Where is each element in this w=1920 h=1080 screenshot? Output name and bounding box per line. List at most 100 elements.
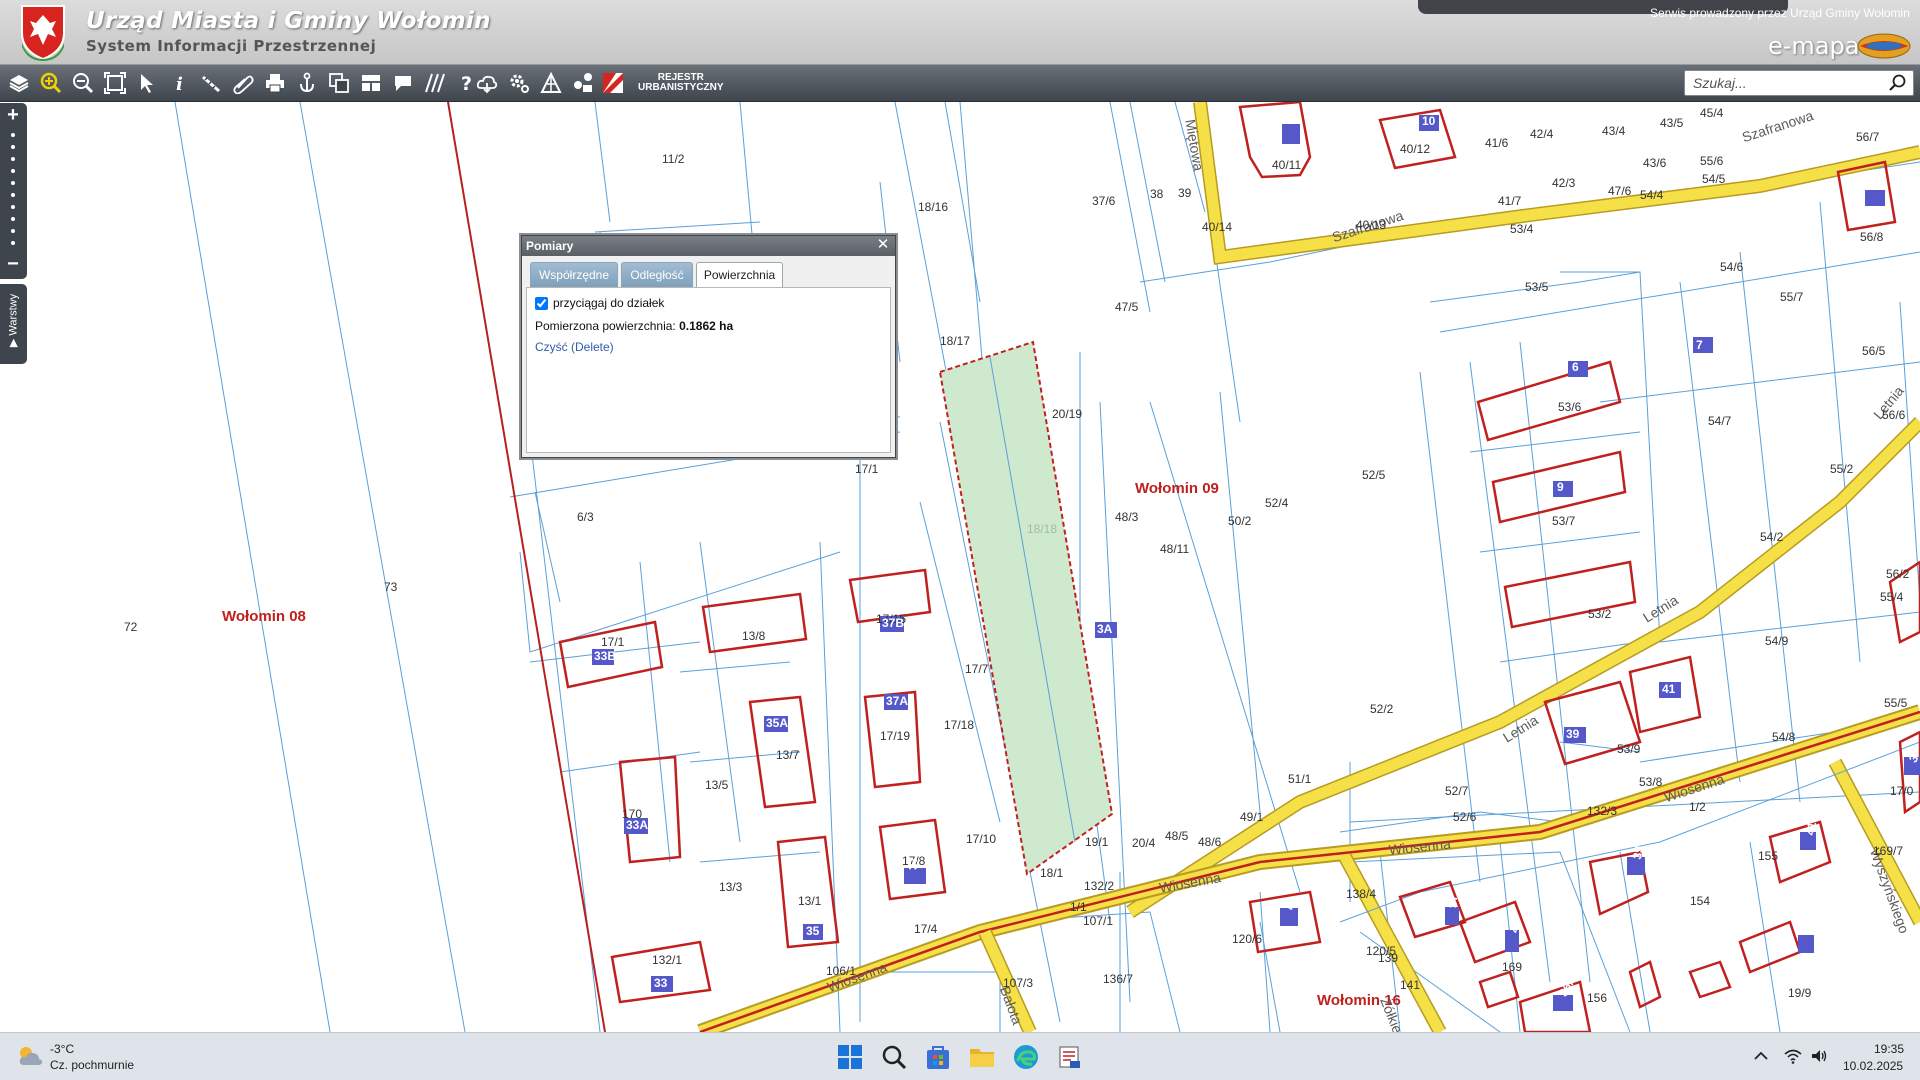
parcel-label: 53/6 (1558, 400, 1582, 414)
measurement-dialog: Pomiary ✕ Współrzędne Odległość Powierzc… (521, 235, 896, 458)
parcel-label: 169/7 (1873, 844, 1904, 858)
chevron-up-icon[interactable] (1752, 1047, 1770, 1065)
search-icon[interactable] (880, 1043, 908, 1071)
parcel-label: 55/4 (1880, 590, 1904, 604)
zoom-level-dot[interactable] (11, 193, 15, 197)
search-icon[interactable] (1889, 74, 1907, 92)
snap-to-parcels-checkbox[interactable] (535, 297, 548, 310)
parcel-label: 120/6 (1232, 932, 1263, 946)
building-number: 41 (1662, 682, 1676, 696)
zoom-out-icon[interactable] (70, 70, 96, 96)
cloud-icon[interactable] (474, 70, 500, 96)
clock-date: 10.02.2025 (1843, 1059, 1904, 1073)
zoom-extent-icon[interactable] (102, 70, 128, 96)
start-icon[interactable] (836, 1043, 864, 1071)
dialog-title: Pomiary (522, 236, 895, 256)
cloudy-weather-icon[interactable] (16, 1043, 44, 1069)
parcel-label: 41/7 (1498, 194, 1522, 208)
parcel-label: 13/8 (742, 629, 766, 643)
parcel-label: 1/2 (1689, 800, 1706, 814)
tab-coordinates[interactable]: Współrzędne (530, 262, 618, 287)
zoom-level-dot[interactable] (11, 133, 15, 137)
tab-area[interactable]: Powierzchnia (696, 262, 783, 288)
parcel-label: 17/0 (1890, 784, 1914, 798)
edge-icon[interactable] (1012, 1043, 1040, 1071)
parcel-label: 19/9 (1788, 986, 1812, 1000)
parcel-label: 38 (1150, 187, 1164, 201)
parcel-label: 56/8 (1860, 230, 1884, 244)
speech-icon[interactable] (390, 70, 416, 96)
parcel-label: 49/1 (1240, 810, 1264, 824)
layout-icon[interactable] (358, 70, 384, 96)
page-subtitle: System Informacji Przestrzennej (86, 37, 377, 55)
settings-icon[interactable] (506, 70, 532, 96)
parcel-label: 52/7 (1445, 784, 1469, 798)
parcel-label: 52/4 (1265, 496, 1289, 510)
info-icon[interactable]: i (166, 70, 192, 96)
explorer-icon[interactable] (968, 1043, 996, 1071)
terrain-icon[interactable] (538, 70, 564, 96)
measured-area-polygon[interactable] (938, 340, 1114, 876)
building-number: 6 (1572, 360, 1579, 374)
layers-icon[interactable] (6, 70, 32, 96)
zoom-level-dot[interactable] (11, 229, 15, 233)
app-icon[interactable] (1056, 1043, 1084, 1071)
tab-distance[interactable]: Odległość (621, 262, 693, 287)
zoom-level-dot[interactable] (11, 241, 15, 245)
building-number: 37 (1446, 894, 1460, 908)
redline-icon[interactable] (600, 70, 626, 96)
parcel-label: 52/6 (1453, 810, 1477, 824)
zoom-level-dot[interactable] (11, 205, 15, 209)
clear-link[interactable]: Czyść (Delete) (535, 340, 614, 354)
hatch-icon[interactable] (422, 70, 448, 96)
clock-time: 19:35 (1874, 1042, 1905, 1056)
wifi-icon[interactable] (1784, 1047, 1802, 1065)
building-number: 10 (1422, 114, 1436, 128)
anchor-icon[interactable] (294, 70, 320, 96)
rejestr-urbanistyczny-button[interactable]: REJESTR URBANISTYCZNY (638, 73, 724, 93)
parcel-label: 136/7 (1103, 972, 1134, 986)
coat-of-arms-logo (21, 5, 65, 61)
parcel-label: 55/6 (1700, 154, 1724, 168)
parcel-label: 54/9 (1765, 634, 1789, 648)
parcel-label: 18/18 (1027, 522, 1058, 536)
clip-icon[interactable] (230, 70, 256, 96)
zoom-bar: + − (0, 103, 27, 279)
app-header: Urząd Miasta i Gminy Wołomin System Info… (0, 0, 1920, 65)
pointer-icon[interactable] (134, 70, 160, 96)
zoom-level-dot[interactable] (11, 157, 15, 161)
parcel-label: 52/5 (1362, 468, 1386, 482)
building-number: 70 (1797, 920, 1814, 936)
zoom-level-dot[interactable] (11, 217, 15, 221)
zoom-in-icon[interactable] (38, 70, 64, 96)
zoom-level-dot[interactable] (11, 145, 15, 149)
search-input[interactable] (1693, 74, 1873, 92)
zoom-level-dot[interactable] (11, 169, 15, 173)
parcel-label: 6/3 (577, 510, 594, 524)
print-icon[interactable] (262, 70, 288, 96)
close-icon[interactable]: ✕ (875, 237, 891, 253)
parcel-label: 53/4 (1510, 222, 1534, 236)
store-icon[interactable] (924, 1043, 952, 1071)
zoom-minus-icon[interactable]: − (5, 254, 21, 274)
search-box (1684, 70, 1914, 96)
parcel-label: 54/4 (1640, 188, 1664, 202)
building-number: 7 (1696, 338, 1703, 352)
measure-icon[interactable] (198, 70, 224, 96)
parcel-label: 156 (1587, 991, 1608, 1005)
share-icon[interactable] (570, 70, 596, 96)
map-svg[interactable] (0, 102, 1920, 1032)
brand-name: e-mapa (1768, 32, 1860, 60)
parcel-label: 56/6 (1882, 408, 1906, 422)
map-canvas[interactable]: Wołomin 08 Wołomin 09 Wołomin 16 Miętowa Sza… (0, 102, 1920, 1032)
copy-icon[interactable] (326, 70, 352, 96)
volume-icon[interactable] (1810, 1047, 1828, 1065)
provider-credit: Serwis prowadzony przez Urząd Gminy Woło… (1650, 6, 1910, 20)
building-number: 40 (1283, 896, 1297, 910)
parcel-label: 1/1 (1070, 900, 1087, 914)
parcel-label: 20/4 (1132, 836, 1156, 850)
zoom-level-dot[interactable] (11, 181, 15, 185)
zoom-plus-icon[interactable]: + (5, 105, 21, 125)
layers-panel-tab[interactable]: ▶ Warstwy (0, 284, 27, 364)
parcel-label: 138/4 (1346, 887, 1377, 901)
